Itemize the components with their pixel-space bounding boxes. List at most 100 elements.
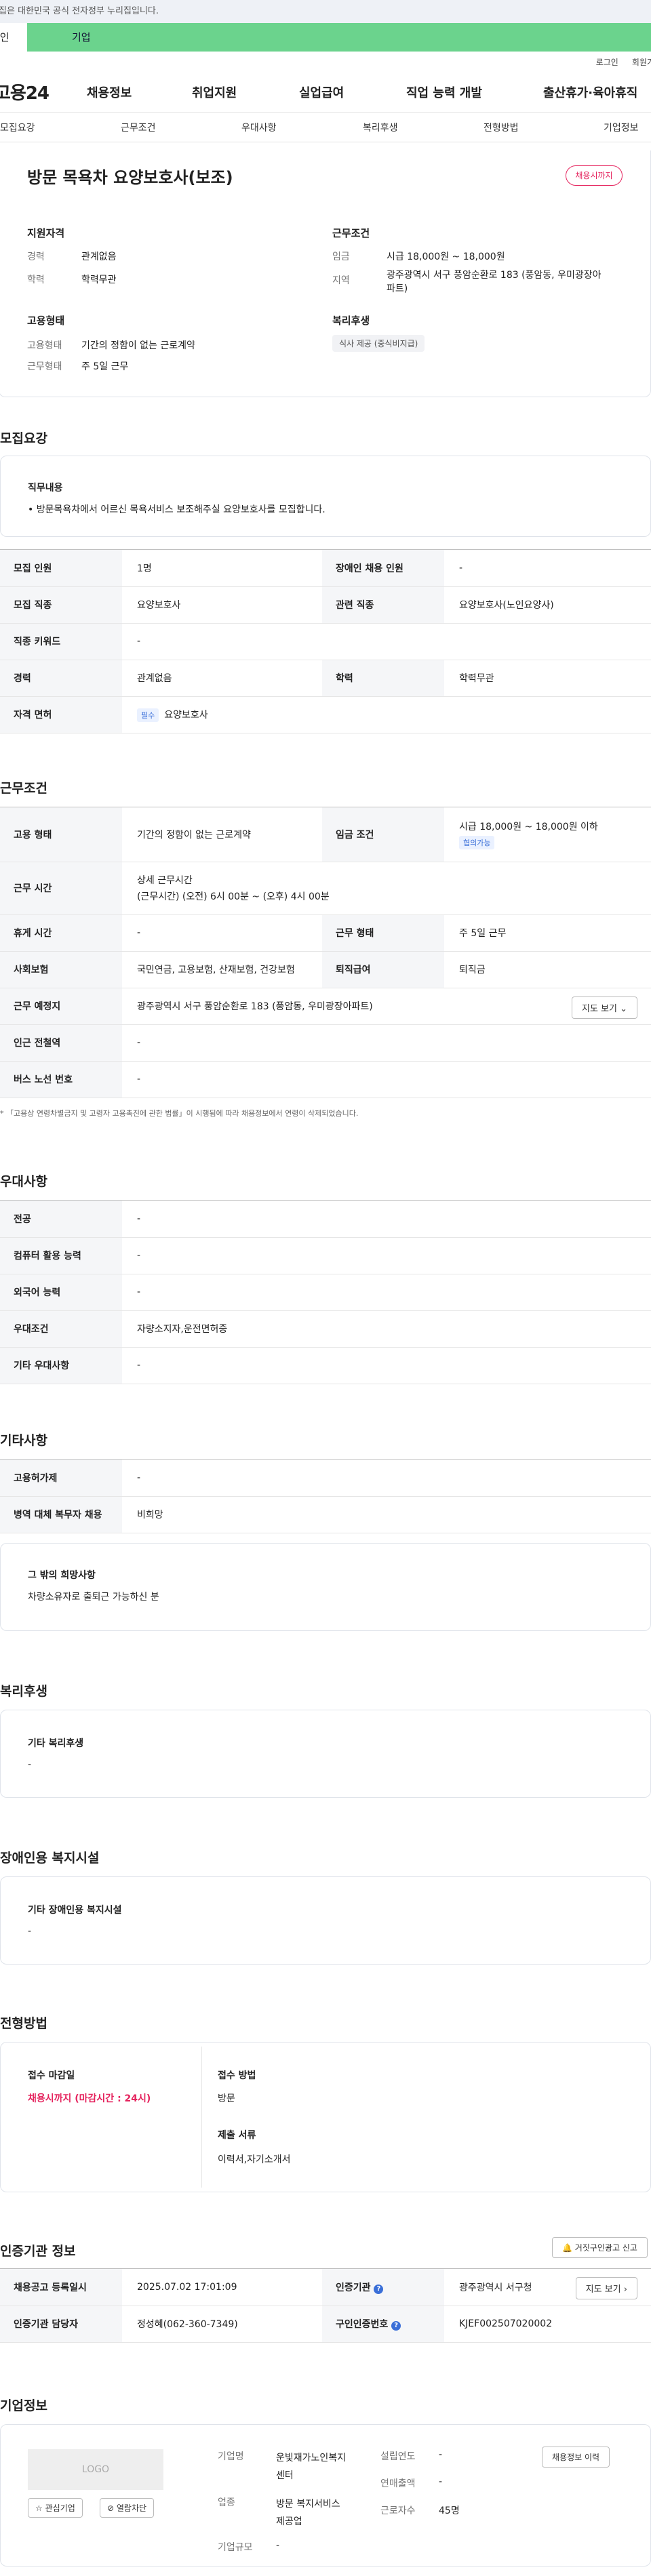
wage-value: 시급 18,000원 ~ 18,000원 — [387, 251, 505, 262]
disability-box: 기타 장애인용 복지시설 - — [0, 1876, 651, 1965]
emptype-value: 기간의 정함이 없는 근로계약 — [81, 340, 195, 351]
industry-label: 업종 — [218, 2497, 235, 2508]
anchor-process[interactable]: 전형방법 — [484, 121, 519, 134]
table-row: 경력 관계없음 학력 학력무관 — [0, 660, 651, 697]
edu-label: 학력 — [27, 275, 45, 285]
table-row: 사회보험 국민연금, 고용보험, 산재보험, 건강보험 퇴직급여 퇴직금 — [0, 951, 651, 988]
exp-value: 관계없음 — [81, 251, 117, 262]
global-nav: 고용24 채용정보 취업지원 실업급여 직업 능력 개발 출산휴가·육아휴직 — [0, 72, 651, 113]
gnb-employment-support[interactable]: 취업지원 — [192, 83, 237, 101]
conditions-section-heading: 근무조건 — [0, 781, 47, 796]
negotiable-chip: 협의가능 — [459, 835, 495, 849]
map-view-button[interactable]: 지도 보기 ⌄ — [571, 996, 637, 1019]
anchor-company[interactable]: 기업정보 — [604, 121, 639, 134]
company-box: LOGO ☆ 관심기업 ⊘ 열람차단 기업명 운빛재가노인복지 센터 업종 방문 … — [0, 2424, 651, 2567]
welfare-val: - — [28, 1759, 32, 1770]
size-value: - — [276, 2540, 280, 2551]
emptype-label: 고용형태 — [27, 340, 62, 351]
recruit-table: 모집 인원 1명 장애인 채용 인원 - 모집 직종 요양보호사 관련 직종 요양보호사(노… — [0, 550, 651, 733]
method-value: 방문 — [218, 2093, 235, 2104]
divider — [201, 2047, 202, 2188]
org-map-button[interactable]: 지도 보기 › — [575, 2277, 637, 2299]
anchor-recruit[interactable]: 모집요강 — [0, 121, 35, 134]
duty-box: 직무내용 • 방문목욕차에서 어르신 목욕서비스 보조해주실 요양보호사를 모집… — [0, 456, 651, 537]
table-row: 전공 - — [0, 1201, 651, 1238]
area-label: 지역 — [332, 275, 350, 286]
bell-icon: 🔔 — [562, 2243, 572, 2253]
job-title: 방문 목욕차 요양보호사(보조) — [27, 168, 233, 187]
job-history-button[interactable]: 채용정보 이력 — [542, 2447, 610, 2468]
table-row: 근무 예정지 광주광역시 서구 풍암순환로 183 (풍암동, 우미광장아파트) 지… — [0, 988, 651, 1025]
table-row: 고용허가제 - — [0, 1460, 651, 1497]
anchor-preferences[interactable]: 우대사항 — [241, 121, 277, 134]
employees-label: 근로자수 — [380, 2505, 416, 2516]
method-label: 접수 방법 — [218, 2070, 256, 2081]
company-name-label: 기업명 — [218, 2451, 244, 2462]
worktype-value: 주 5일 근무 — [81, 361, 129, 372]
table-row: 인근 전철역 - — [0, 1024, 651, 1062]
report-false-ad-button[interactable]: 🔔 거짓구인광고 신고 — [552, 2237, 648, 2258]
info-icon[interactable]: ? — [391, 2321, 401, 2331]
established-label: 설립연도 — [380, 2451, 416, 2462]
disability-sub: 기타 장애인용 복지시설 — [28, 1905, 122, 1916]
preferences-table: 전공 - 컴퓨터 활용 능력 - 외국어 능력 - 우대조건 자량소지자,운전면허증 기… — [0, 1201, 651, 1384]
welfare-chip: 식사 제공 (중식비지급) — [332, 335, 425, 352]
industry-value: 방문 복지서비스 제공업 — [276, 2499, 340, 2527]
worktype-label: 근무형태 — [27, 361, 62, 372]
recruit-heading: 모집요강 — [0, 431, 47, 446]
deadline-label: 접수 마감일 — [28, 2070, 75, 2081]
tab-company[interactable]: 기업 — [27, 23, 163, 52]
docs-value: 이력서,자기소개서 — [218, 2154, 291, 2165]
gnb-vocational-training[interactable]: 직업 능력 개발 — [406, 83, 482, 101]
disability-val: - — [28, 1926, 32, 1937]
process-box: 접수 마감일 채용시까지 (마감시간 : 24시) 접수 방법 방문 제출 서류… — [0, 2042, 651, 2192]
established-value: - — [439, 2449, 443, 2460]
tab-personal[interactable]: 개인 — [0, 23, 27, 52]
conditions-heading: 근무조건 — [332, 227, 370, 239]
etc-heading: 기타사항 — [0, 1433, 47, 1448]
gnb-parental-leave[interactable]: 출산휴가·육아휴직 — [543, 83, 637, 101]
table-row: 기타 우대사항 - — [0, 1347, 651, 1384]
favorite-company-button[interactable]: ☆ 관심기업 — [28, 2498, 83, 2518]
table-row: 직종 키워드 - — [0, 623, 651, 660]
deadline-badge: 채용시까지 — [566, 165, 623, 186]
gnb-job-info[interactable]: 채용정보 — [87, 83, 132, 101]
size-label: 기업규모 — [218, 2542, 253, 2553]
signup-link[interactable]: 회원가입 — [632, 56, 651, 68]
company-logo: LOGO — [28, 2449, 163, 2490]
cert-table: 채용공고 등록일시 2025.07.02 17:01:09 인증기관 ? 광주광역시 … — [0, 2269, 651, 2343]
welfare-section-heading: 복리후생 — [0, 1684, 47, 1699]
table-row: 인증기관 담당자 정성혜(062-360-7349) 구인인증번호 ? KJEF002… — [0, 2306, 651, 2343]
login-link[interactable]: 로그인 — [596, 56, 618, 68]
deadline-value: 채용시까지 (마감시간 : 24시) — [28, 2093, 151, 2104]
emp-type-heading: 고용형태 — [27, 315, 65, 327]
user-type-tabs: 개인 기업 — [0, 23, 651, 52]
etc-table: 고용허가제 - 병역 대체 복무자 채용 비희망 — [0, 1460, 651, 1533]
hope-heading: 그 밖의 희망사항 — [28, 1570, 96, 1581]
gov-notice-bar: 이 누리집은 대한민국 공식 전자정부 누리집입니다. — [0, 0, 651, 23]
section-anchor-nav: 모집요강 근무조건 우대사항 복리후생 전형방법 기업정보 — [0, 113, 651, 142]
table-row: 채용공고 등록일시 2025.07.02 17:01:09 인증기관 ? 광주광역시 … — [0, 2269, 651, 2306]
welfare-box: 기타 복리후생 - — [0, 1710, 651, 1798]
block-view-button[interactable]: ⊘ 열람차단 — [100, 2498, 155, 2518]
anchor-welfare[interactable]: 복리후생 — [363, 121, 398, 134]
gnb-unemployment-benefit[interactable]: 실업급여 — [299, 83, 344, 101]
preferences-heading: 우대사항 — [0, 1174, 47, 1189]
block-icon: ⊘ — [107, 2503, 115, 2513]
anchor-conditions[interactable]: 근무조건 — [121, 121, 156, 134]
table-row: 모집 인원 1명 장애인 채용 인원 - — [0, 550, 651, 587]
hope-box: 그 밖의 희망사항 차량소유자로 출퇴근 가능하신 분 — [0, 1543, 651, 1631]
info-icon[interactable]: ? — [374, 2284, 384, 2294]
sales-value: - — [439, 2476, 443, 2487]
site-logo[interactable]: 고용24 — [0, 79, 76, 104]
star-icon: ☆ — [35, 2503, 43, 2513]
welfare-heading: 복리후생 — [332, 315, 370, 327]
required-chip: 필수 — [137, 708, 159, 722]
table-row: 외국어 능력 - — [0, 1274, 651, 1311]
welfare-sub: 기타 복리후생 — [28, 1738, 84, 1749]
license-value: 요양보호사 — [164, 709, 208, 721]
area-value: 광주광역시 서구 풍암순환로 183 (풍암동, 우미광장아 파트) — [387, 270, 601, 294]
docs-label: 제출 서류 — [218, 2130, 256, 2141]
duty-text: • 방문목욕차에서 어르신 목욕서비스 보조해주실 요양보호사를 모집합니다. — [28, 504, 326, 515]
conditions-table: 고용 형태 기간의 정함이 없는 근로계약 임금 조건 시급 18,000원 ~ 18… — [0, 807, 651, 1098]
